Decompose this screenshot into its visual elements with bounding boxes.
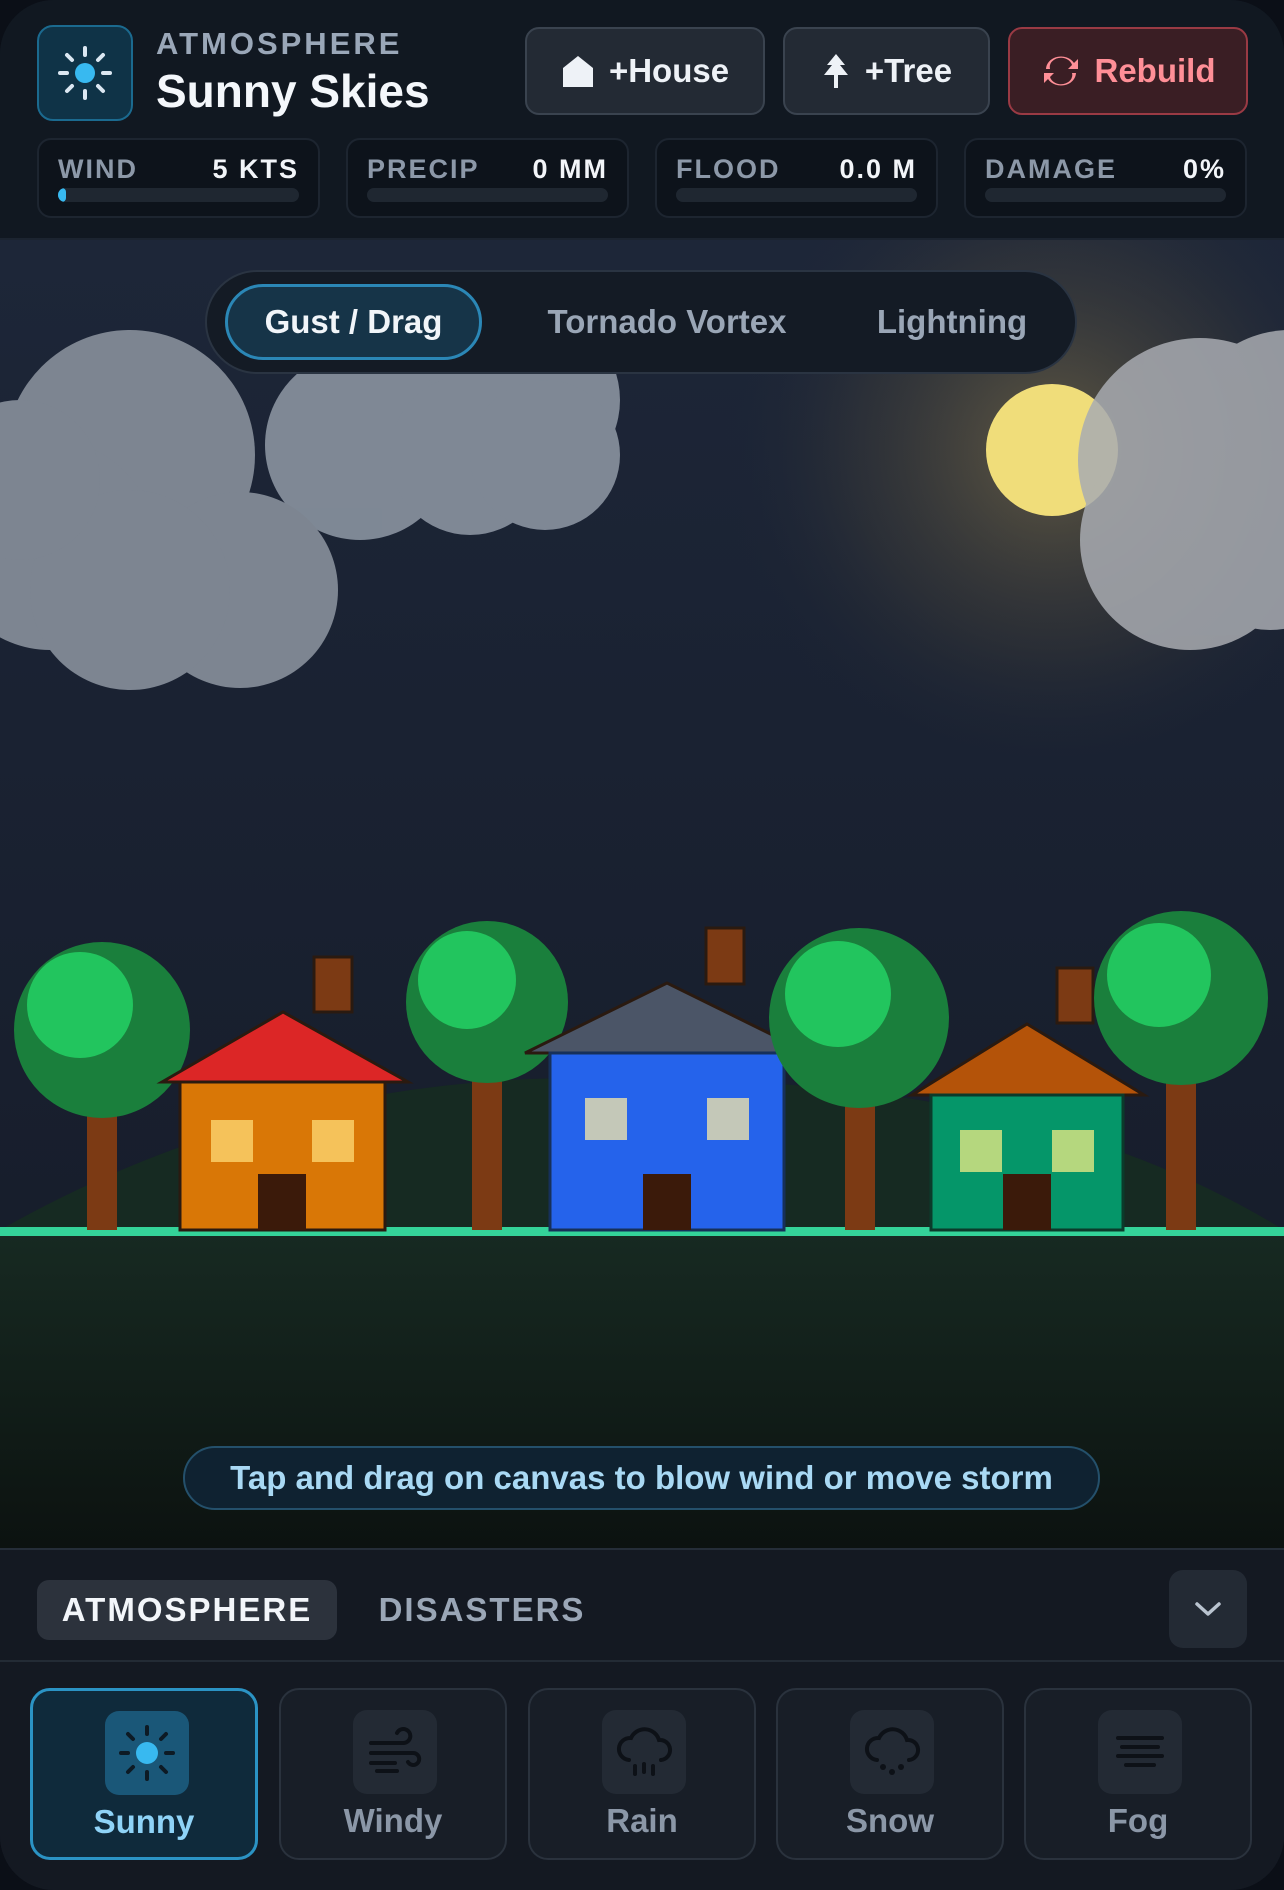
stat-damage: DAMAGE 0%: [964, 138, 1247, 218]
stat-wind: WIND 5 KTS: [37, 138, 320, 218]
stats-row: WIND 5 KTS PRECIP 0 MM FLOOD 0.0 M DAMAG…: [37, 138, 1247, 220]
add-tree-label: +Tree: [864, 52, 953, 89]
tree-icon: [823, 54, 848, 88]
canvas-hint: Tap and drag on canvas to blow wind or m…: [183, 1446, 1100, 1510]
weather-label: Fog: [1107, 1802, 1169, 1839]
stat-label: PRECIP: [367, 154, 480, 184]
weather-label: Windy: [343, 1802, 443, 1839]
stat-label: WIND: [58, 154, 138, 184]
weather-windy[interactable]: Windy: [279, 1688, 507, 1860]
stat-precip: PRECIP 0 MM: [346, 138, 629, 218]
rebuild-button[interactable]: Rebuild: [1008, 27, 1248, 115]
weather-label: Snow: [846, 1802, 934, 1839]
weather-icon-badge: [353, 1710, 437, 1794]
sun-icon: [58, 46, 112, 100]
stat-meter: [676, 188, 917, 202]
panel-tabs: ATMOSPHERE DISASTERS: [0, 1550, 1284, 1662]
collapse-panel-button[interactable]: [1169, 1570, 1247, 1648]
weather-icon-badge: [105, 1711, 189, 1795]
refresh-icon: [1043, 56, 1078, 86]
current-weather-badge: [37, 25, 133, 121]
mode-gust-drag[interactable]: Gust / Drag: [225, 284, 482, 360]
control-panel: ATMOSPHERE DISASTERS Sunny Windy Rain Sn…: [0, 1548, 1284, 1890]
weather-label: Sunny: [93, 1803, 195, 1840]
add-tree-button[interactable]: +Tree: [783, 27, 990, 115]
stat-value: 0.0 M: [839, 154, 917, 184]
header: ATMOSPHERE Sunny Skies +House +Tree Rebu…: [0, 0, 1284, 240]
stat-label: FLOOD: [676, 154, 781, 184]
weather-rain[interactable]: Rain: [528, 1688, 756, 1860]
section-eyebrow: ATMOSPHERE: [156, 26, 403, 61]
house-icon: [562, 56, 593, 87]
weather-label: Rain: [606, 1802, 678, 1839]
weather-icon-badge: [850, 1710, 934, 1794]
add-house-button[interactable]: +House: [525, 27, 765, 115]
mode-lightning[interactable]: Lightning: [847, 284, 1057, 360]
scene-artwork: [0, 240, 1284, 1548]
app-window: ATMOSPHERE Sunny Skies +House +Tree Rebu…: [0, 0, 1284, 1890]
tab-atmosphere[interactable]: ATMOSPHERE: [37, 1580, 337, 1640]
stat-meter: [985, 188, 1226, 202]
sun-icon: [119, 1725, 175, 1781]
snow-cloud-icon: [864, 1727, 920, 1775]
chevron-down-icon: [1195, 1602, 1221, 1616]
rebuild-label: Rebuild: [1094, 52, 1216, 89]
stat-meter: [58, 188, 299, 202]
fog-icon: [1116, 1736, 1164, 1767]
stat-label: DAMAGE: [985, 154, 1117, 184]
stat-meter: [367, 188, 608, 202]
stat-value: 0 MM: [532, 154, 608, 184]
tab-disasters[interactable]: DISASTERS: [362, 1580, 602, 1640]
stat-value: 5 KTS: [212, 154, 299, 184]
mode-tornado-vortex[interactable]: Tornado Vortex: [517, 284, 817, 360]
page-title: Sunny Skies: [156, 65, 430, 117]
wind-icon: [369, 1727, 422, 1773]
stat-meter-fill: [58, 188, 66, 202]
simulation-canvas[interactable]: Gust / Drag Tornado Vortex Lightning Tap…: [0, 240, 1284, 1548]
add-house-label: +House: [608, 52, 730, 89]
weather-sunny[interactable]: Sunny: [30, 1688, 258, 1860]
rain-cloud-icon: [616, 1727, 672, 1776]
stat-value: 0%: [1182, 154, 1226, 184]
stat-flood: FLOOD 0.0 M: [655, 138, 938, 218]
weather-icon-badge: [602, 1710, 686, 1794]
weather-snow[interactable]: Snow: [776, 1688, 1004, 1860]
interaction-mode-selector: Gust / Drag Tornado Vortex Lightning: [205, 270, 1077, 374]
weather-icon-badge: [1098, 1710, 1182, 1794]
title-block: ATMOSPHERE Sunny Skies: [156, 26, 430, 118]
weather-fog[interactable]: Fog: [1024, 1688, 1252, 1860]
